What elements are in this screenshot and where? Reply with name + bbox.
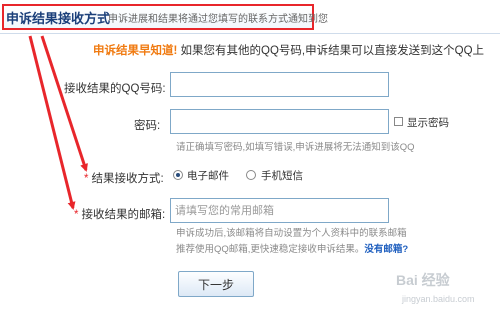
qq-number-input[interactable] [170,72,389,97]
receive-method-label: * 结果接收方式: [84,170,164,186]
qq-number-label: 接收结果的QQ号码: [64,83,166,95]
radio-sms[interactable] [246,170,256,180]
email-hint-text: 推荐使用QQ邮箱,更快速稳定接收申诉结果。 [176,244,365,255]
email-label-text: 接收结果的邮箱: [81,209,166,221]
radio-email[interactable] [173,170,183,180]
show-password-checkbox[interactable] [394,117,403,126]
email-hint-line1: 申诉成功后,该邮箱将自动设置为个人资料中的联系邮箱 [176,228,407,239]
password-input[interactable] [170,109,389,134]
receive-method-label-text: 结果接收方式: [91,173,164,185]
notice-lead: 申诉结果早知道! [93,45,178,57]
show-password-label[interactable]: 显示密码 [407,115,449,130]
notice-body: 如果您有其他的QQ号码,申诉结果可以直接发送到这个QQ上 [177,45,485,57]
section-header: 申诉结果接收方式 申诉进展和结果将通过您填写的联系方式通知到您 [0,0,500,34]
email-label: * 接收结果的邮箱: [74,206,165,222]
baidu-jingyan-watermark: Bai 经验 jingyan.baidu.com [388,262,492,312]
next-button[interactable]: 下一步 [178,271,254,297]
password-hint: 请正确填写密码,如填写错误,申诉进展将无法通知到该QQ [176,142,415,153]
notice-text: 申诉结果早知道! 如果您有其他的QQ号码,申诉结果可以直接发送到这个QQ上 [93,42,484,58]
required-marker: * [74,209,79,221]
email-input[interactable] [170,198,389,223]
password-label: 密码: [134,120,161,132]
arrow-to-method [40,35,88,172]
header-divider [0,33,500,34]
required-marker: * [84,173,89,185]
section-title: 申诉结果接收方式 [6,11,111,26]
arrow-to-email [28,35,76,210]
watermark-url: jingyan.baidu.com [402,294,475,304]
no-email-link[interactable]: 没有邮箱? [364,244,408,255]
email-hint-line2: 推荐使用QQ邮箱,更快速稳定接收申诉结果。没有邮箱? [176,241,408,255]
radio-email-label[interactable]: 电子邮件 [187,168,229,183]
section-subtitle: 申诉进展和结果将通过您填写的联系方式通知到您 [108,14,328,25]
radio-sms-label[interactable]: 手机短信 [261,168,303,183]
watermark-text: Bai 经验 [396,272,450,288]
